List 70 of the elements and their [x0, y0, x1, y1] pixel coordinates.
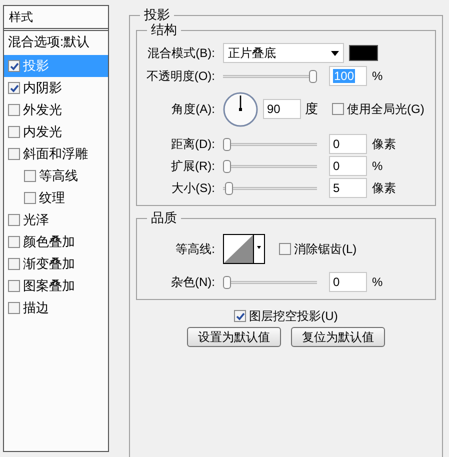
checkbox-label: 使用全局光(G) [347, 101, 424, 118]
checkbox[interactable] [8, 104, 20, 116]
list-header: 样式 [4, 6, 108, 31]
field-label: 扩展(R): [170, 158, 216, 175]
style-item[interactable]: 纹理 [4, 187, 108, 209]
checkbox[interactable] [8, 280, 20, 292]
unit-label: % [372, 68, 383, 85]
checkbox[interactable] [8, 82, 20, 94]
field-label: 角度(A): [170, 101, 216, 118]
default-button[interactable]: 复位为默认值 [291, 327, 385, 347]
field-label: 不透明度(O): [145, 68, 216, 85]
blend-mode-dropdown[interactable]: 正片叠底 [223, 43, 344, 63]
style-item[interactable]: 等高线 [4, 165, 108, 187]
style-item[interactable]: 图案叠加 [4, 275, 108, 297]
style-item[interactable]: 外发光 [4, 99, 108, 121]
checkbox[interactable] [8, 60, 20, 72]
style-item[interactable]: 渐变叠加 [4, 253, 108, 275]
number-field[interactable]: 0 [329, 134, 367, 154]
slider-track[interactable] [223, 160, 317, 172]
checkbox[interactable] [332, 103, 344, 115]
group-title: 品质 [147, 211, 181, 225]
contour-picker[interactable] [223, 234, 265, 264]
group-title: 结构 [147, 23, 181, 37]
checkbox[interactable] [8, 148, 20, 160]
checkbox[interactable] [24, 192, 36, 204]
field-label: 等高线: [174, 241, 216, 258]
default-button[interactable]: 设置为默认值 [187, 327, 281, 347]
checkbox[interactable] [234, 310, 246, 322]
color-swatch[interactable] [349, 45, 378, 61]
style-item[interactable]: 混合选项:默认 [4, 31, 108, 53]
number-field[interactable]: 90 [263, 99, 301, 119]
checkbox-label: 消除锯齿(L) [294, 241, 357, 258]
field-label: 杂色(N): [170, 274, 216, 291]
slider-thumb[interactable] [223, 160, 231, 172]
slider-thumb[interactable] [224, 182, 233, 194]
unit-label: 度 [305, 100, 318, 118]
slider-track[interactable] [223, 70, 317, 82]
unit-label: % [372, 274, 383, 291]
checkbox[interactable] [24, 170, 36, 182]
number-field[interactable]: 0 [329, 156, 367, 176]
number-field[interactable]: 5 [329, 178, 367, 198]
field-label: 大小(S): [170, 180, 216, 197]
number-field[interactable]: 0 [329, 272, 367, 292]
slider-thumb[interactable] [223, 276, 231, 288]
checkbox[interactable] [8, 302, 20, 314]
style-item[interactable]: 内阴影 [4, 77, 108, 99]
caret-icon [331, 50, 339, 56]
slider-thumb[interactable] [309, 70, 317, 82]
unit-label: 像素 [372, 136, 396, 153]
checkbox[interactable] [8, 236, 20, 248]
style-item[interactable]: 内发光 [4, 121, 108, 143]
unit-label: % [372, 158, 383, 175]
checkbox[interactable] [8, 126, 20, 138]
slider-track[interactable] [223, 182, 317, 194]
checkbox[interactable] [279, 243, 291, 255]
checkbox[interactable] [8, 214, 20, 226]
checkbox-label: 图层挖空投影(U) [249, 308, 338, 325]
style-item[interactable]: 斜面和浮雕 [4, 143, 108, 165]
angle-dial[interactable] [223, 92, 258, 126]
unit-label: 像素 [372, 180, 396, 197]
slider-track[interactable] [223, 138, 317, 150]
slider-track[interactable] [223, 276, 317, 288]
style-item[interactable]: 光泽 [4, 209, 108, 231]
checkbox[interactable] [8, 258, 20, 270]
slider-thumb[interactable] [223, 138, 231, 150]
field-label: 距离(D): [170, 136, 216, 153]
style-item[interactable]: 描边 [4, 297, 108, 319]
field-label: 混合模式(B): [146, 45, 216, 62]
group-title: 投影 [140, 8, 174, 22]
style-item[interactable]: 颜色叠加 [4, 231, 108, 253]
